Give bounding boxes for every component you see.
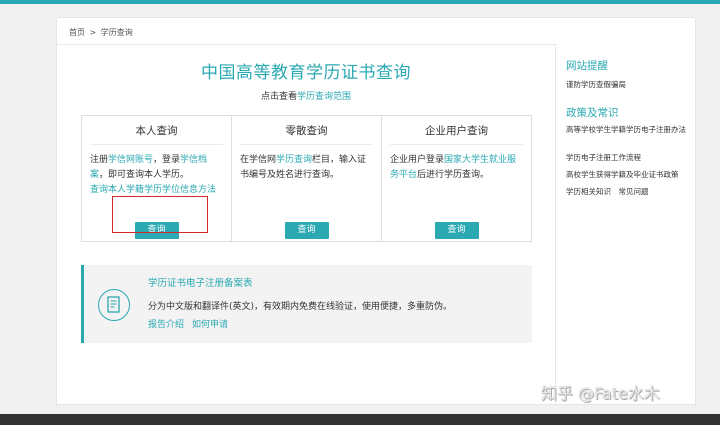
- self-query-text-3: ，即可查询本人学历。: [99, 170, 190, 180]
- record-form-links: 报告介绍 如何申请: [148, 317, 228, 330]
- single-query-title: 零散查询: [240, 116, 373, 145]
- self-query-method-link[interactable]: 查询本人学籍学历学位信息方法: [90, 185, 216, 195]
- record-form-panel: 学历证书电子注册备案表 分为中文版和翻译件(英文)，有效期内免费在线验证，使用便…: [81, 265, 532, 343]
- self-query-text-1: 注册: [90, 155, 109, 165]
- query-scope-link[interactable]: 学历查询范围: [297, 92, 351, 102]
- register-account-link[interactable]: 学信网账号: [108, 155, 153, 165]
- record-form-title[interactable]: 学历证书电子注册备案表: [148, 275, 253, 289]
- breadcrumb-separator: >: [89, 28, 97, 37]
- breadcrumb-divider: [57, 44, 555, 45]
- degree-query-link[interactable]: 学历查询: [276, 155, 312, 165]
- report-intro-link[interactable]: 报告介绍: [148, 320, 184, 330]
- page-title: 中国高等教育学历证书查询: [201, 63, 411, 83]
- content-card: 首页 > 学历查询 中国高等教育学历证书查询 点击查看学历查询范围 本人查询 注…: [56, 17, 696, 405]
- notice-heading: 网站提醒: [566, 60, 608, 72]
- self-query-desc: 注册学信网账号，登录学信档案，即可查询本人学历。 查询本人学籍学历学位信息方法: [82, 145, 231, 198]
- single-query-button[interactable]: 查询: [284, 222, 329, 239]
- breadcrumb: 首页 > 学历查询: [69, 27, 135, 38]
- how-to-apply-link[interactable]: 如何申请: [192, 320, 228, 330]
- policy-heading: 政策及常识: [566, 107, 619, 119]
- policy-item-4[interactable]: 学历相关知识 常见问题: [566, 187, 688, 197]
- query-scope-prefix: 点击查看: [260, 92, 297, 102]
- enterprise-query-text-1: 企业用户登录: [390, 155, 445, 165]
- policy-item-2[interactable]: 学历电子注册工作流程: [566, 153, 688, 163]
- single-query-box: 零散查询 在学信网学历查询栏目，输入证书编号及姓名进行查询。 查询: [231, 116, 381, 241]
- breadcrumb-home[interactable]: 首页: [69, 28, 85, 37]
- record-form-desc: 分为中文版和翻译件(英文)，有效期内免费在线验证，使用便捷，多重防伪。: [148, 302, 453, 312]
- watermark: 知乎 @Fate水木: [541, 384, 660, 403]
- self-query-text-2: ，登录: [153, 155, 181, 165]
- enterprise-query-button[interactable]: 查询: [434, 222, 479, 239]
- query-scope-line: 点击查看学历查询范围: [57, 89, 555, 102]
- enterprise-query-text-2: 后进行学历查询。: [417, 170, 490, 180]
- enterprise-query-title: 企业用户查询: [390, 116, 523, 145]
- self-query-title: 本人查询: [90, 116, 223, 145]
- notice-item[interactable]: 谨防学历查假骗局: [566, 80, 688, 90]
- enterprise-query-box: 企业用户查询 企业用户登录国家大学生就业服务平台后进行学历查询。 查询: [381, 116, 531, 241]
- footer-bar: [0, 414, 720, 425]
- enterprise-query-desc: 企业用户登录国家大学生就业服务平台后进行学历查询。: [382, 145, 531, 183]
- breadcrumb-current: 学历查询: [100, 28, 133, 37]
- single-query-text-1: 在学信网: [240, 155, 277, 165]
- document-icon: [98, 289, 130, 321]
- policy-item-3[interactable]: 高校学生获得学籍及毕业证书政策: [566, 170, 688, 180]
- single-query-desc: 在学信网学历查询栏目，输入证书编号及姓名进行查询。: [232, 145, 381, 183]
- sidebar-divider: [555, 44, 556, 405]
- highlight-frame: [112, 196, 208, 233]
- top-accent-bar: [0, 0, 720, 4]
- policy-item-1[interactable]: 高等学校学生学籍学历电子注册办法: [566, 125, 688, 135]
